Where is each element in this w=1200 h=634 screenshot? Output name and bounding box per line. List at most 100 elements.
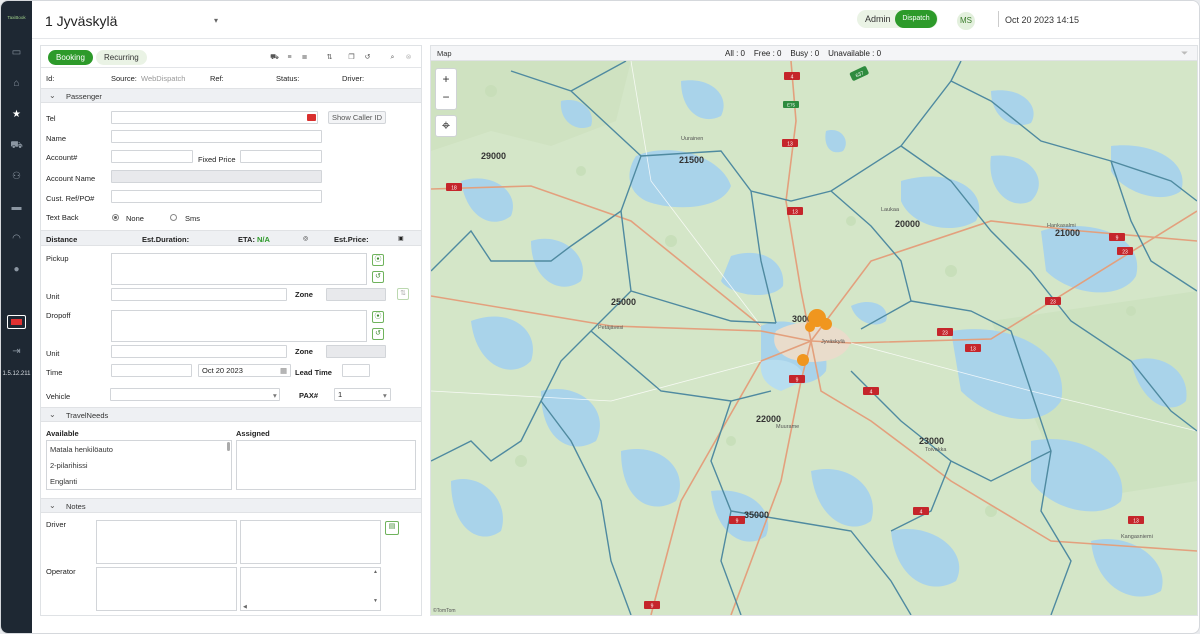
- list-check-icon[interactable]: ≣: [300, 53, 309, 62]
- scrollbar[interactable]: [227, 442, 230, 451]
- role-dispatch[interactable]: Dispatch: [895, 10, 937, 28]
- role-toggle[interactable]: Admin Dispatch: [857, 10, 938, 28]
- text-back-sms-radio[interactable]: [170, 214, 177, 221]
- svg-text:23: 23: [1122, 250, 1128, 256]
- dropoff-input[interactable]: [111, 310, 367, 342]
- scroll-left-icon[interactable]: ◀: [243, 604, 247, 610]
- map-attribution: ©TomTom: [433, 608, 456, 614]
- trip-summary-bar: Distance Est.Duration: ETA: N/A ◎ Est.Pr…: [41, 230, 421, 246]
- filter-icon[interactable]: ⏷: [1181, 48, 1188, 59]
- map-pin-icon[interactable]: ⦿: [372, 254, 384, 266]
- status-label: Status:: [276, 74, 300, 83]
- passenger-section-header[interactable]: ⌄ Passenger: [41, 88, 421, 103]
- tab-booking[interactable]: Booking: [48, 50, 93, 65]
- account-label: Account#: [46, 153, 78, 162]
- canada-flag-icon[interactable]: [7, 315, 26, 329]
- show-caller-id-button[interactable]: Show Caller ID: [328, 111, 387, 124]
- assigned-list[interactable]: [236, 440, 416, 490]
- locate-me-icon[interactable]: ⌖: [435, 115, 457, 137]
- logout-icon[interactable]: ⇥: [7, 344, 26, 360]
- car-icon[interactable]: ⛟: [7, 138, 26, 154]
- template-icon[interactable]: ▤: [385, 521, 399, 535]
- sort-icon[interactable]: ⇅: [325, 53, 334, 62]
- zoom-in-button[interactable]: +: [436, 72, 456, 86]
- available-list[interactable]: Matala henkilöauto 2-pilarihissi Englant…: [46, 440, 232, 490]
- chevron-down-icon: ⌄: [49, 410, 56, 419]
- map-header: Map All : 0 Free : 0 Busy : 0 Unavailabl…: [431, 46, 1197, 61]
- taxi-icon[interactable]: ⛟: [270, 53, 279, 62]
- zoom-control[interactable]: + −: [435, 68, 457, 110]
- list-icon[interactable]: ≡: [285, 53, 294, 62]
- version-label: 1.5.12.211: [2, 371, 31, 377]
- time-label: Time: [46, 368, 63, 377]
- role-admin[interactable]: Admin: [865, 14, 891, 24]
- svg-text:4: 4: [870, 390, 873, 396]
- chevron-down-icon[interactable]: ▾: [214, 16, 218, 25]
- gauge-icon[interactable]: ◠: [7, 231, 26, 247]
- text-back-none-radio[interactable]: [112, 214, 119, 221]
- driver-icon[interactable]: ⚇: [7, 169, 26, 185]
- driver-notes-input[interactable]: [96, 520, 237, 564]
- lead-time-input[interactable]: [342, 364, 370, 377]
- tel-input[interactable]: [111, 111, 318, 124]
- undo-icon[interactable]: ↺: [363, 53, 372, 62]
- fixed-price-input[interactable]: [240, 150, 322, 163]
- calendar-icon[interactable]: ▦: [280, 366, 287, 375]
- map-pin-icon[interactable]: ⦿: [372, 311, 384, 323]
- chevron-down-icon[interactable]: ▾: [273, 391, 277, 400]
- account-name-input: [111, 170, 322, 183]
- copy-icon[interactable]: ❐: [347, 53, 356, 62]
- zone-label: 35000: [744, 510, 769, 520]
- home-icon[interactable]: ⌂: [7, 76, 26, 92]
- avatar[interactable]: MS: [957, 12, 975, 30]
- driver-notes-preview[interactable]: [240, 520, 381, 564]
- list-item[interactable]: Englanti: [50, 477, 77, 486]
- close-icon[interactable]: ⊗: [404, 53, 413, 62]
- account-input[interactable]: [111, 150, 193, 163]
- pickup-input[interactable]: [111, 253, 367, 285]
- scroll-down-icon[interactable]: ▼: [373, 598, 378, 604]
- operator-notes-preview[interactable]: ▲ ▼ ◀: [240, 567, 381, 611]
- travelneeds-section-header[interactable]: ⌄ TravelNeeds: [41, 407, 421, 422]
- notes-section-header[interactable]: ⌄ Notes: [41, 498, 421, 513]
- svg-text:13: 13: [792, 210, 798, 216]
- text-back-sms-label: Sms: [185, 214, 200, 223]
- scroll-up-icon[interactable]: ▲: [373, 569, 378, 575]
- map-panel: Map All : 0 Free : 0 Busy : 0 Unavailabl…: [430, 45, 1198, 616]
- calculator-icon[interactable]: ▣: [398, 235, 404, 242]
- location-select[interactable]: 1 Jyväskylä: [45, 13, 117, 29]
- chevron-down-icon: ⌄: [49, 91, 56, 100]
- dropoff-unit-input[interactable]: [111, 345, 287, 358]
- star-icon[interactable]: ★: [7, 107, 26, 123]
- operator-notes-input[interactable]: [96, 567, 237, 611]
- map-canvas[interactable]: 29000 21500 20000 21000 25000 30000 2200…: [431, 61, 1197, 615]
- pickup-zone-label: Zone: [295, 290, 313, 299]
- search-icon[interactable]: ⌕: [388, 53, 397, 62]
- chat-icon[interactable]: ▬: [7, 200, 26, 216]
- account-name-label: Account Name: [46, 174, 96, 183]
- zone-lookup-icon[interactable]: ⇅: [397, 288, 409, 300]
- chevron-down-icon: ⌄: [49, 501, 56, 510]
- tab-recurring[interactable]: Recurring: [96, 50, 147, 65]
- zoom-out-button[interactable]: −: [436, 90, 456, 104]
- pickup-unit-label: Unit: [46, 292, 60, 301]
- chevron-down-icon[interactable]: ▾: [383, 391, 387, 400]
- refresh-icon[interactable]: ◎: [303, 235, 308, 242]
- monitor-icon[interactable]: ▭: [7, 45, 26, 61]
- svg-text:13: 13: [970, 347, 976, 353]
- undo-icon[interactable]: ↺: [372, 328, 384, 340]
- app-window: TaxiBook ▭ ⌂ ★ ⛟ ⚇ ▬ ◠ ● ⇥ 1.5.12.211 1 …: [0, 0, 1200, 634]
- list-item[interactable]: 2-pilarihissi: [50, 461, 88, 470]
- date-input[interactable]: Oct 20 2023: [198, 364, 291, 377]
- cust-ref-input[interactable]: [111, 190, 322, 203]
- list-item[interactable]: Matala henkilöauto: [50, 445, 113, 454]
- vehicle-select[interactable]: [110, 388, 280, 401]
- phone-flag-icon: [307, 114, 316, 121]
- undo-icon[interactable]: ↺: [372, 271, 384, 283]
- driver-label: Driver:: [342, 74, 365, 83]
- time-input[interactable]: [111, 364, 192, 377]
- pickup-unit-input[interactable]: [111, 288, 287, 301]
- circle-icon[interactable]: ●: [7, 262, 26, 278]
- form-tab-bar: Booking Recurring ⛟ ≡ ≣ ⇅ ❐ ↺ ⌕ ⊗: [41, 46, 421, 68]
- name-input[interactable]: [111, 130, 322, 143]
